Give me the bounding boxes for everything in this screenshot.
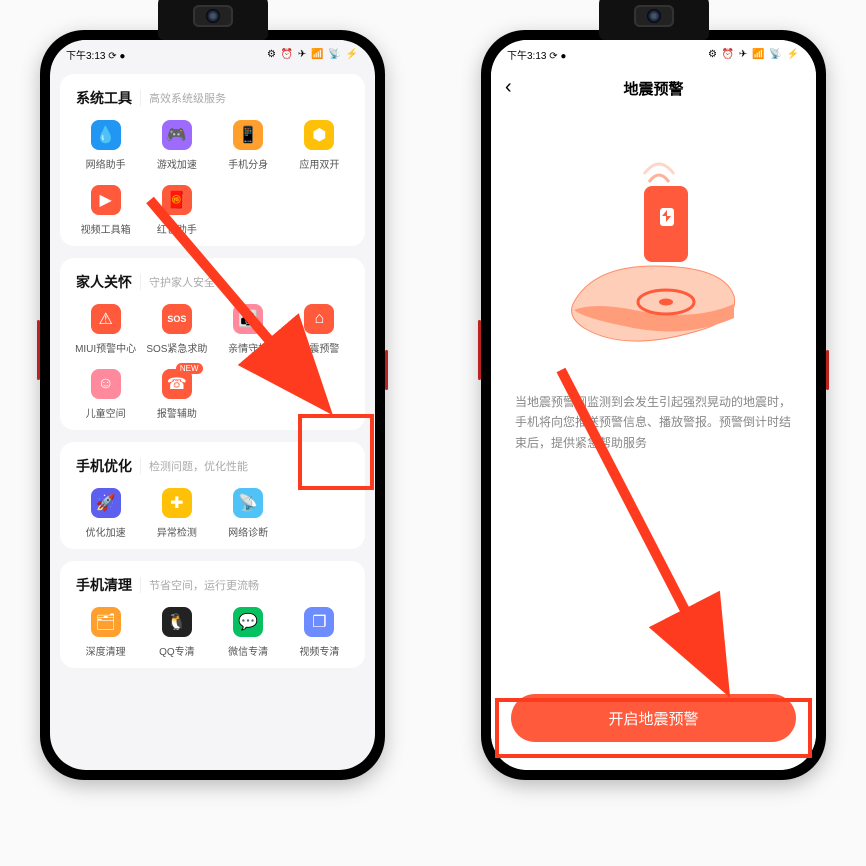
app-异常检测[interactable]: ✚ 异常检测: [141, 488, 212, 539]
app-label: 微信专清: [228, 643, 268, 658]
app-icon: 💬: [233, 607, 263, 637]
screen-left: 下午3:13 ⟳ ● ⚙ ⏰ ✈ 📶 📡 ⚡ 系统工具高效系统级服务 💧 网络助手 🎮…: [50, 40, 375, 770]
app-网络助手[interactable]: 💧 网络助手: [70, 120, 141, 171]
app-优化加速[interactable]: 🚀 优化加速: [70, 488, 141, 539]
app-label: 深度清理: [86, 643, 126, 658]
app-微信专清[interactable]: 💬 微信专清: [213, 607, 284, 658]
app-label: 游戏加速: [157, 156, 197, 171]
app-icon: 💧: [91, 120, 121, 150]
app-深度清理[interactable]: 🗂 深度清理: [70, 607, 141, 658]
section-subtitle: 检测问题，优化性能: [140, 458, 248, 474]
back-icon[interactable]: ‹: [505, 76, 512, 99]
status-icons: ⚙ ⏰ ✈ 📶 📡 ⚡: [708, 49, 800, 60]
page-header: ‹ 地震预警: [491, 68, 816, 108]
app-label: 优化加速: [86, 524, 126, 539]
app-label: 手机分身: [228, 156, 268, 171]
earthquake-illustration: [554, 152, 754, 362]
section-title: 手机清理: [76, 575, 132, 595]
app-icon: SOS: [162, 304, 192, 334]
description-text: 当地震预警网监测到会发生引起强烈晃动的地震时，手机将向您推送预警信息、播放警报。…: [515, 392, 792, 453]
app-icon: ⌂: [304, 304, 334, 334]
status-icons: ⚙ ⏰ ✈ 📶 📡 ⚡: [267, 49, 359, 60]
section-subtitle: 节省空间，运行更流畅: [140, 577, 259, 593]
app-label: 儿童空间: [86, 405, 126, 420]
status-time: 下午3:13 ⟳ ●: [507, 47, 566, 62]
button-label: 开启地震预警: [608, 708, 698, 729]
screen-right: 下午3:13 ⟳ ● ⚙ ⏰ ✈ 📶 📡 ⚡ ‹ 地震预警: [491, 40, 816, 770]
phone-left: 下午3:13 ⟳ ● ⚙ ⏰ ✈ 📶 📡 ⚡ 系统工具高效系统级服务 💧 网络助手 🎮…: [40, 30, 385, 780]
app-网络诊断[interactable]: 📡 网络诊断: [213, 488, 284, 539]
app-icon: 🗂: [91, 607, 121, 637]
app-icon: 🎮: [162, 120, 192, 150]
phone-right: 下午3:13 ⟳ ● ⚙ ⏰ ✈ 📶 📡 ⚡ ‹ 地震预警: [481, 30, 826, 780]
camera-module: [158, 0, 268, 40]
section-card: 系统工具高效系统级服务 💧 网络助手 🎮 游戏加速 📱 手机分身 ⬢ 应用双开 ▶ 视频工具箱 🧧 红包…: [60, 74, 365, 246]
app-icon: 🐧: [162, 607, 192, 637]
app-红包助手[interactable]: 🧧 红包助手: [141, 185, 212, 236]
app-亲情守护[interactable]: 👪 亲情守护: [213, 304, 284, 355]
section-card: 手机优化检测问题，优化性能 🚀 优化加速 ✚ 异常检测 📡 网络诊断: [60, 442, 365, 549]
app-label: MIUI预警中心: [75, 340, 136, 355]
status-bar: 下午3:13 ⟳ ● ⚙ ⏰ ✈ 📶 📡 ⚡: [50, 40, 375, 68]
camera-module: [599, 0, 709, 40]
section-subtitle: 守护家人安全: [140, 274, 215, 290]
app-游戏加速[interactable]: 🎮 游戏加速: [141, 120, 212, 171]
app-label: 报警辅助: [157, 405, 197, 420]
app-icon: ⬢: [304, 120, 334, 150]
app-手机分身[interactable]: 📱 手机分身: [213, 120, 284, 171]
app-label: QQ专清: [159, 643, 195, 658]
section-subtitle: 高效系统级服务: [140, 90, 226, 106]
app-MIUI预警中心[interactable]: ⚠ MIUI预警中心: [70, 304, 141, 355]
new-badge: NEW: [176, 363, 203, 374]
section-card: 手机清理节省空间，运行更流畅 🗂 深度清理 🐧 QQ专清 💬 微信专清 ❐ 视频专清: [60, 561, 365, 668]
app-SOS紧急求助[interactable]: SOS SOS紧急求助: [141, 304, 212, 355]
app-icon: ✚: [162, 488, 192, 518]
app-icon: 📱: [233, 120, 263, 150]
app-icon: 🚀: [91, 488, 121, 518]
app-应用双开[interactable]: ⬢ 应用双开: [284, 120, 355, 171]
app-QQ专清[interactable]: 🐧 QQ专清: [141, 607, 212, 658]
section-title: 家人关怀: [76, 272, 132, 292]
app-label: 应用双开: [299, 156, 339, 171]
app-icon: ❐: [304, 607, 334, 637]
app-label: 网络诊断: [228, 524, 268, 539]
app-地震预警[interactable]: ⌂ 地震预警: [284, 304, 355, 355]
section-card: 家人关怀守护家人安全 ⚠ MIUI预警中心 SOS SOS紧急求助 👪 亲情守护 ⌂ 地震预警 ☺…: [60, 258, 365, 430]
app-label: 网络助手: [86, 156, 126, 171]
app-icon: 📡: [233, 488, 263, 518]
section-title: 系统工具: [76, 88, 132, 108]
app-icon: ⚠: [91, 304, 121, 334]
app-label: 红包助手: [157, 221, 197, 236]
app-儿童空间[interactable]: ☺ 儿童空间: [70, 369, 141, 420]
page-title: 地震预警: [623, 78, 683, 99]
status-time: 下午3:13 ⟳ ●: [66, 47, 125, 62]
app-icon: ☺: [91, 369, 121, 399]
section-title: 手机优化: [76, 456, 132, 476]
app-label: 视频工具箱: [81, 221, 131, 236]
app-icon: 👪: [233, 304, 263, 334]
app-label: 地震预警: [299, 340, 339, 355]
app-视频专清[interactable]: ❐ 视频专清: [284, 607, 355, 658]
status-bar: 下午3:13 ⟳ ● ⚙ ⏰ ✈ 📶 📡 ⚡: [491, 40, 816, 68]
app-label: SOS紧急求助: [146, 340, 207, 355]
enable-earthquake-button[interactable]: 开启地震预警: [511, 694, 796, 742]
app-报警辅助[interactable]: ☎报警辅助NEW: [141, 369, 212, 420]
app-视频工具箱[interactable]: ▶ 视频工具箱: [70, 185, 141, 236]
app-label: 异常检测: [157, 524, 197, 539]
app-icon: 🧧: [162, 185, 192, 215]
app-label: 视频专清: [299, 643, 339, 658]
app-icon: ▶: [91, 185, 121, 215]
app-label: 亲情守护: [228, 340, 268, 355]
